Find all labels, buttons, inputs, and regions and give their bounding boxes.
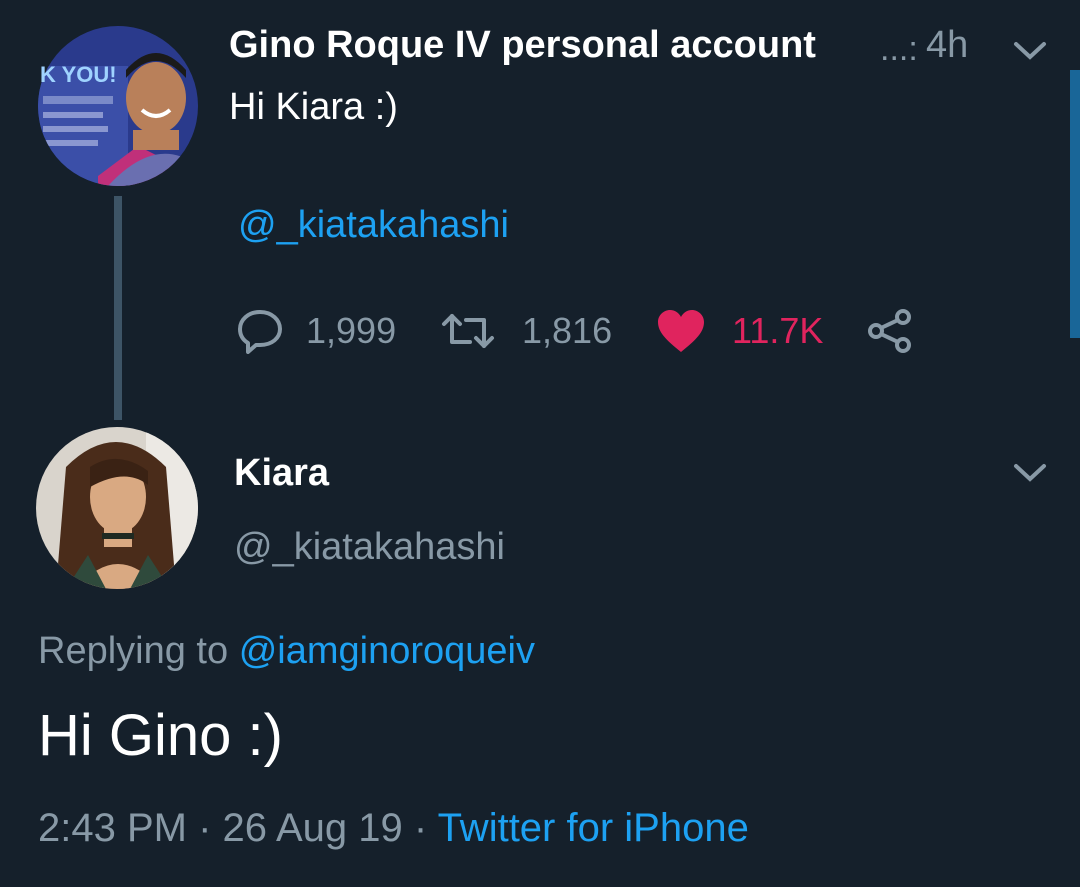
share-icon [868,309,911,353]
reply-icon [238,310,282,354]
tweet-source-link[interactable]: Twitter for iPhone [438,806,749,850]
display-name-gino[interactable]: Gino Roque IV personal account [229,24,816,67]
tweet-timestamp[interactable]: 2:43 PM [38,806,187,850]
tweet-date[interactable]: 26 Aug 19 [223,806,403,850]
reply-tweet-text: Hi Gino :) [38,703,283,768]
reply-count: 1,999 [306,310,397,351]
tweet-time[interactable]: 4h [926,24,968,67]
separator: · [413,806,428,850]
separator: · [198,806,212,850]
avatar-kiara[interactable] [36,427,198,589]
mention-link[interactable]: @_kiatakahashi [238,204,509,247]
retweet-icon [442,314,494,348]
share-action[interactable] [866,308,914,354]
avatar-gino-image [38,26,198,186]
avatar-gino[interactable] [38,26,198,186]
retweet-count: 1,816 [522,310,613,351]
tweet-meta: 2:43 PM · 26 Aug 19 · Twitter for iPhone [38,806,749,851]
replying-to-line: Replying to @iamginoroqueiv [38,630,535,673]
scrollbar[interactable] [1070,70,1080,338]
retweet-action[interactable]: 1,816 [440,308,612,354]
truncation-mark: ...: [880,30,918,68]
chevron-down-icon[interactable] [1010,458,1050,491]
like-action[interactable]: 11.7K [656,308,823,354]
like-count: 11.7K [732,310,824,351]
replying-prefix: Replying to [38,630,229,672]
avatar-banner-text: K YOU! [40,62,117,87]
replying-to-link[interactable]: @iamginoroqueiv [239,630,535,672]
heart-icon [658,310,704,352]
tweet-text: Hi Kiara :) [229,86,398,128]
avatar-kiara-image [36,427,198,589]
chevron-down-icon[interactable] [1010,36,1050,69]
thread-connector-line [114,196,122,420]
handle-kiara[interactable]: @_kiatakahashi [234,526,505,569]
reply-action[interactable]: 1,999 [236,308,396,354]
display-name-kiara[interactable]: Kiara [234,452,329,495]
